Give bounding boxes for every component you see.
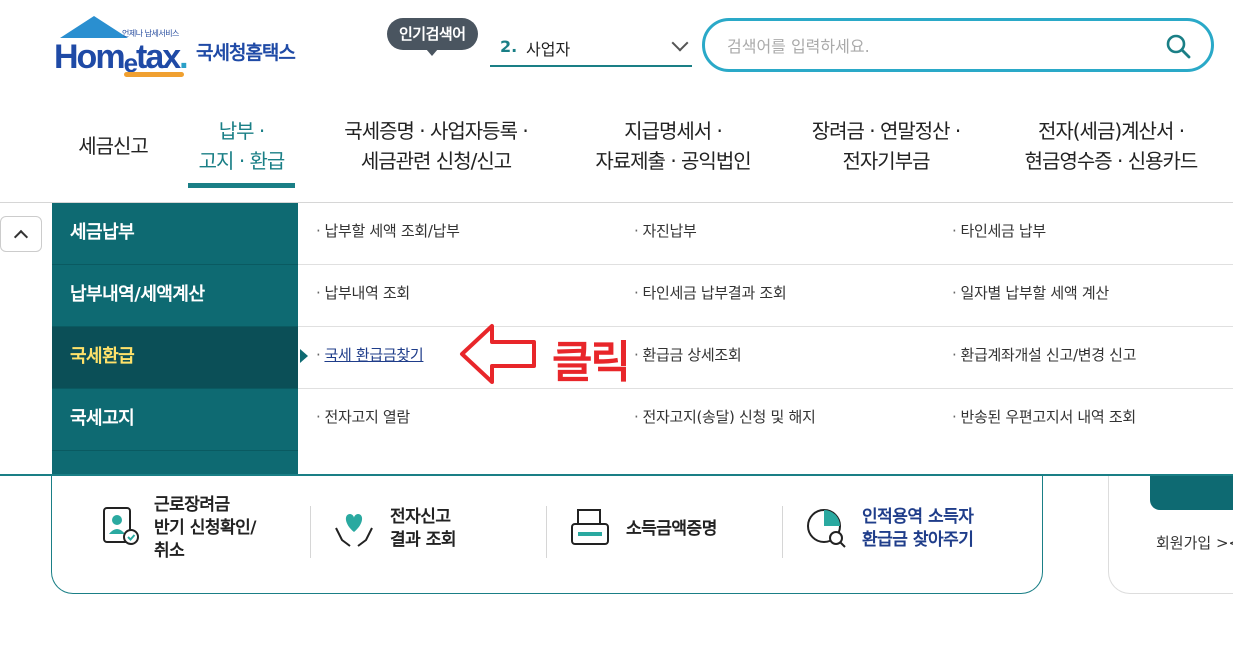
link-find-national-refund[interactable]: · 국세 환급금찾기 [316,344,424,365]
quick-item-e-filing-result[interactable]: 전자신고 결과 조회 [390,506,456,552]
quick-item-income-certificate[interactable]: 소득금액증명 [626,518,717,541]
signup-link[interactable]: 회원가입 >< [1156,532,1233,553]
popular-rank: 2. [500,37,518,56]
logo-korean: 국세청홈택스 [196,42,296,64]
chevron-up-icon [13,229,29,245]
link-refund-detail[interactable]: · 환급금 상세조회 [634,344,742,365]
nav-e-invoice-receipt[interactable]: 전자(세금)계산서 · 현금영수증 · 신용카드 [1008,116,1214,176]
heart-hands-icon [335,514,373,547]
active-pointer-icon [300,349,308,363]
link-others-tax-payment[interactable]: · 타인세금 납부 [952,220,1046,241]
row-divider [298,388,1233,389]
house-roof-icon [60,16,128,38]
chevron-down-icon [671,34,689,52]
link-e-notice-apply[interactable]: · 전자고지(송달) 신청 및 해지 [634,406,816,427]
link-refund-account[interactable]: · 환급계좌개설 신고/변경 신고 [952,344,1136,365]
click-annotation-text: 클릭 [552,337,631,388]
hometax-logo[interactable]: 언제나 납세서비스 Hometax. 국세청홈택스 [54,16,314,78]
mega-menu-sidebar: 세금납부 납부내역/세액계산 국세환급 국세고지 [52,203,298,475]
nav-certificates-registration[interactable]: 국세증명 · 사업자등록 · 세금관련 신청/신고 [326,116,546,176]
link-self-payment[interactable]: · 자진납부 [634,220,697,241]
sidebar-item-national-notice[interactable]: 국세고지 [52,389,298,451]
quick-item-service-income-refund[interactable]: 인적용역 소득자 환급금 찾아주기 [862,506,974,552]
document-person-icon [103,507,139,545]
search-box [702,18,1214,72]
printer-document-icon [571,509,609,545]
popular-keyword: 사업자 [526,40,571,59]
link-others-payment-result[interactable]: · 타인세금 납부결과 조회 [634,282,787,303]
row-divider [298,264,1233,265]
pie-chart-search-icon [807,509,846,548]
sidebar-item-payment-history[interactable]: 납부내역/세액계산 [52,265,298,327]
link-returned-notice[interactable]: · 반송된 우편고지서 내역 조회 [952,406,1136,427]
nav-payment-statements[interactable]: 지급명세서 · 자료제출 · 공익법인 [580,116,766,176]
quick-separator [546,506,547,558]
link-payment-history[interactable]: · 납부내역 조회 [316,282,410,303]
nav-payment-notice-refund[interactable]: 납부 · 고지 · 환급 [188,116,295,176]
link-daily-tax-calc[interactable]: · 일자별 납부할 세액 계산 [952,282,1109,303]
logo-swoosh [124,72,184,77]
search-input[interactable] [727,33,1147,59]
row-divider [298,326,1233,327]
sidebar-item-tax-payment[interactable]: 세금납부 [52,203,298,265]
quick-item-earned-income[interactable]: 근로장려금 반기 신청확인/ 취소 [154,494,256,563]
quick-separator [782,506,783,558]
search-icon[interactable] [1165,33,1191,59]
nav-tax-report[interactable]: 세금신고 [70,131,156,161]
collapse-menu-button[interactable] [0,216,42,252]
nav-active-indicator [188,183,295,188]
quick-separator [310,506,311,558]
link-tax-inquiry-payment[interactable]: · 납부할 세액 조회/납부 [316,220,460,241]
right-card-button[interactable] [1150,476,1233,510]
popular-keywords-select[interactable]: 2. 사업자 [490,27,692,67]
sidebar-item-national-refund[interactable]: 국세환급 [52,327,298,389]
popular-keywords-badge: 인기검색어 [387,18,478,56]
left-arrow-annotation-icon [460,324,536,384]
link-e-notice-view[interactable]: · 전자고지 열람 [316,406,410,427]
nav-incentives-yearend[interactable]: 장려금 · 연말정산 · 전자기부금 [794,116,978,176]
